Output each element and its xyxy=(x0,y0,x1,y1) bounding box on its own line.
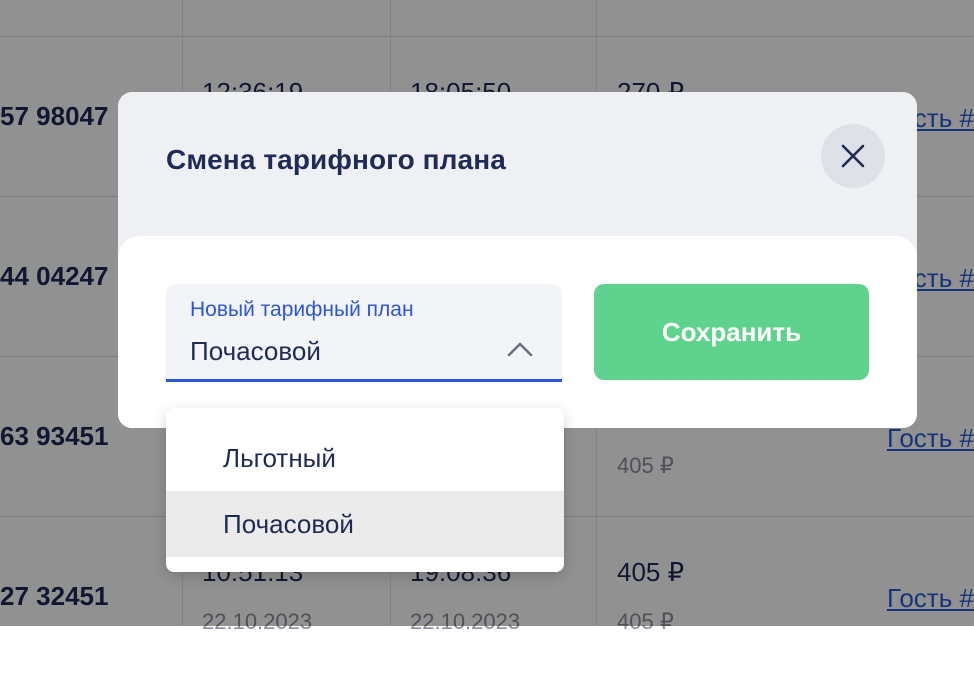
change-tariff-modal: Смена тарифного плана Новый тарифный пла… xyxy=(118,92,917,428)
select-value: Почасовой xyxy=(190,336,321,366)
modal-body: Новый тарифный план Почасовой Сохранить xyxy=(118,236,917,428)
tariff-dropdown-menu: Льготный Почасовой xyxy=(166,408,564,572)
close-icon xyxy=(841,144,865,168)
dropdown-option-lgotny[interactable]: Льготный xyxy=(166,425,564,491)
save-button[interactable]: Сохранить xyxy=(594,284,869,380)
dropdown-option-pochasovoy[interactable]: Почасовой xyxy=(166,491,564,557)
select-label: Новый тарифный план xyxy=(190,298,414,321)
modal-title: Смена тарифного плана xyxy=(166,144,506,175)
close-button[interactable] xyxy=(821,124,885,188)
tariff-plan-select[interactable]: Новый тарифный план Почасовой xyxy=(166,284,562,382)
chevron-up-icon xyxy=(507,342,533,357)
